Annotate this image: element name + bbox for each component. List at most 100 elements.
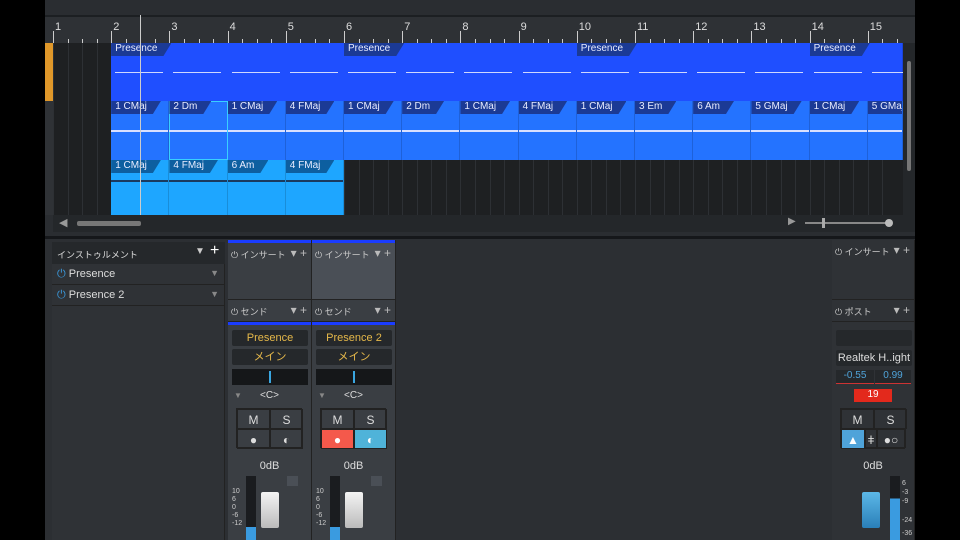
output-select[interactable]: メイン — [316, 349, 392, 365]
chord-event[interactable]: 1 CMaj — [576, 101, 635, 160]
automation-icon[interactable] — [371, 476, 382, 486]
instrument-item[interactable]: ⏻ Presence ▼ — [52, 264, 225, 285]
chord-event[interactable]: 1 CMaj — [460, 101, 519, 160]
chord-label: 2 Dm — [169, 101, 211, 114]
send-add-icon[interactable]: ▾ + — [375, 303, 391, 317]
chord-event[interactable]: 6 Am — [693, 101, 752, 160]
pan-control[interactable] — [232, 369, 308, 385]
track-lane[interactable]: 1 CMaj 4 FMaj 6 Am 4 FMaj — [53, 160, 903, 215]
chord-event[interactable]: 1 CMaj — [809, 101, 868, 160]
bar-tick — [285, 31, 287, 43]
event-label: Presence — [344, 43, 404, 56]
main-fader[interactable] — [862, 492, 880, 528]
automation-icon[interactable] — [287, 476, 298, 486]
fader-scale-label: 0 — [232, 504, 236, 511]
monitor-button[interactable]: ◐ — [270, 429, 303, 449]
power-icon[interactable]: ⏻ — [57, 289, 66, 301]
post-add-icon[interactable]: ▾ + — [894, 303, 910, 317]
arrange-view: 1 2 3 4 5 6 7 8 9 10 11 12 13 14 15 Presence Presence Pr… — [45, 0, 915, 236]
chord-event[interactable]: 3 Em — [635, 101, 694, 160]
chord-event[interactable]: 2 Dm — [169, 101, 228, 160]
mute-button[interactable]: M — [321, 409, 354, 429]
volume-fader[interactable] — [261, 492, 279, 528]
mute-button[interactable]: M — [237, 409, 270, 429]
monitor-button[interactable]: ◐ — [354, 429, 387, 449]
insert-add-icon[interactable]: ▾ + — [894, 243, 910, 257]
power-icon[interactable]: ⏻ — [315, 307, 325, 317]
dropdown-icon[interactable]: ▼ — [195, 246, 205, 257]
power-icon[interactable]: ⏻ — [57, 268, 66, 280]
level-meter — [330, 476, 340, 540]
record-arm-button[interactable]: ● — [321, 429, 354, 449]
dropdown-icon[interactable]: ▼ — [210, 289, 219, 299]
track-lane[interactable]: 1 CMaj 2 Dm 1 CMaj 4 FMaj 1 CMaj 2 Dm 1 CMaj 4 … — [53, 101, 903, 160]
chord-event[interactable]: 4 FMaj — [285, 160, 344, 215]
chord-event[interactable]: 5 GMaj — [867, 101, 903, 160]
power-icon[interactable]: ⏻ — [231, 307, 241, 317]
zoom-slider-end[interactable] — [885, 219, 893, 227]
waveform — [522, 72, 571, 73]
bar-number: 2 — [113, 21, 120, 33]
chord-event[interactable]: 1 CMaj — [227, 101, 286, 160]
chord-event[interactable]: 1 CMaj — [344, 101, 403, 160]
waveform — [871, 72, 903, 73]
send-label: センド — [324, 307, 352, 317]
mic-icon[interactable]: ǂ — [865, 429, 877, 449]
mute-button[interactable]: M — [841, 409, 874, 429]
power-icon[interactable]: ⏻ — [835, 247, 845, 257]
instrument-panel: インストゥルメント ▼ + ⏻ Presence ▼ ⏻ Presence 2 ▼ — [52, 242, 225, 540]
horizontal-scrollbar[interactable]: ◀ ▶ — [53, 215, 915, 232]
insert-add-icon[interactable]: ▾ + — [291, 246, 307, 260]
pan-control[interactable] — [316, 369, 392, 385]
clip-indicator[interactable]: 19 — [854, 389, 892, 402]
track-lane[interactable]: Presence Presence Presence Presence — [53, 43, 903, 101]
chord-event[interactable]: 5 GMaj — [751, 101, 810, 160]
solo-button[interactable]: S — [874, 409, 907, 429]
dropdown-icon[interactable]: ▼ — [210, 268, 219, 278]
waveform — [755, 72, 804, 73]
power-icon[interactable]: ⏻ — [835, 307, 845, 317]
record-arm-button[interactable]: ● — [237, 429, 270, 449]
insert-add-icon[interactable]: ▾ + — [375, 246, 391, 260]
scrollbar-thumb[interactable] — [77, 221, 141, 226]
send-add-icon[interactable]: ▾ + — [291, 303, 307, 317]
chord-event[interactable]: 4 FMaj — [518, 101, 577, 160]
instrument-item[interactable]: ⏻ Presence 2 ▼ — [52, 285, 225, 306]
vertical-scrollbar[interactable] — [903, 43, 915, 215]
chord-event[interactable]: 6 Am — [227, 160, 286, 215]
chord-event[interactable]: 4 FMaj — [285, 101, 344, 160]
waveform — [348, 72, 396, 73]
volume-fader[interactable] — [345, 492, 363, 528]
channel-name[interactable]: Presence 2 — [316, 330, 392, 346]
play-icon[interactable]: ▶ — [788, 216, 796, 227]
zoom-slider[interactable] — [805, 222, 889, 224]
output-select[interactable]: メイン — [232, 349, 308, 365]
chord-label: 3 Em — [635, 101, 676, 114]
bar-number: 9 — [520, 21, 527, 33]
chord-event[interactable]: 2 Dm — [402, 101, 461, 160]
output-device[interactable]: Realtek H..ight — [836, 350, 912, 366]
zoom-slider-handle[interactable] — [822, 218, 825, 228]
chord-event[interactable]: 4 FMaj — [169, 160, 228, 215]
fader-scale-label: 6 — [232, 496, 236, 503]
channel-name[interactable]: Presence — [232, 330, 308, 346]
solo-button[interactable]: S — [270, 409, 303, 429]
scroll-left-icon[interactable]: ◀ — [59, 216, 67, 229]
meter-scale-label: -9 — [902, 498, 909, 505]
mono-stereo-icon[interactable]: ●○ — [877, 429, 905, 449]
add-instrument-icon[interactable]: + — [210, 242, 219, 260]
solo-button[interactable]: S — [354, 409, 387, 429]
playhead[interactable] — [140, 15, 142, 215]
event-label: Presence — [577, 43, 637, 56]
metronome-icon[interactable]: ▲ — [841, 429, 865, 449]
power-icon[interactable]: ⏻ — [315, 250, 325, 260]
fader-scale-label: 0 — [316, 504, 320, 511]
fader-scale-label: -6 — [232, 512, 239, 519]
bar-number: 4 — [229, 21, 236, 33]
chord-label: 4 FMaj — [286, 101, 335, 114]
power-icon[interactable]: ⏻ — [231, 250, 241, 260]
main-empty-slot[interactable] — [836, 330, 912, 346]
timeline-ruler[interactable]: 1 2 3 4 5 6 7 8 9 10 11 12 13 14 15 — [45, 15, 915, 43]
chord-label: 1 CMaj — [111, 101, 161, 114]
vscroll-thumb[interactable] — [907, 61, 911, 171]
